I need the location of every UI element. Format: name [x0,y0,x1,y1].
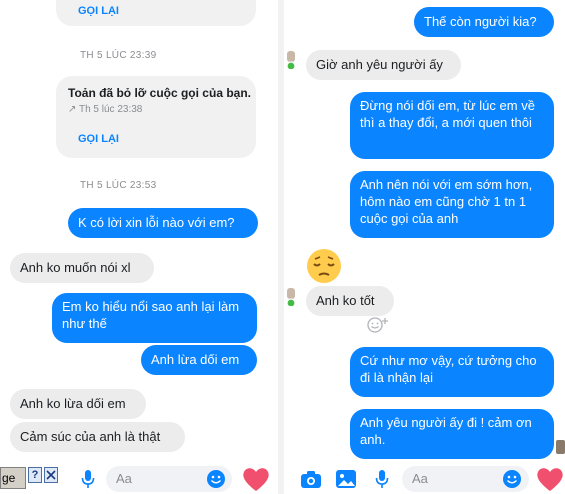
heart-icon[interactable] [536,466,564,492]
add-reaction-icon[interactable] [366,316,390,334]
avatar[interactable] [285,51,297,69]
missed-call-time: ↗ Th 5 lúc 23:38 [68,104,143,115]
avatar[interactable] [556,440,565,454]
message-composer: Aa [284,464,565,494]
outgoing-message[interactable]: Đừng nói dối em, từ lúc em về thì a thay… [350,92,554,159]
close-icon[interactable] [44,467,58,483]
emoji-icon[interactable] [206,469,226,489]
outgoing-message[interactable]: K có lời xin lỗi nào với em? [68,208,258,238]
emoji-icon[interactable] [502,469,522,489]
left-chat-panel: GỌI LẠI TH 5 LÚC 23:39 Toản đã bỏ lỡ cuộ… [0,0,278,494]
outgoing-message[interactable]: Thế còn người kia? [414,7,554,37]
right-chat-panel: Thế còn người kia? Giờ anh yêu người ấy … [284,0,565,494]
incoming-message[interactable]: Anh ko lừa dối em [10,389,146,419]
missed-call-card-top: GỌI LẠI [56,0,256,26]
outgoing-message[interactable]: Cứ như mơ vậy, cứ tưởng cho đi là nhận l… [350,347,554,397]
incoming-message[interactable]: Giờ anh yêu người ấy [306,50,461,80]
help-button[interactable]: ? [28,467,42,483]
microphone-icon[interactable] [375,470,389,490]
missed-call-title: Toản đã bỏ lỡ cuộc gọi của bạn. [68,86,251,100]
taskbar-tag: ge [0,467,26,489]
timestamp: TH 5 LÚC 23:39 [80,50,157,61]
missed-call-card: Toản đã bỏ lỡ cuộc gọi của bạn. ↗ Th 5 l… [56,76,256,158]
outgoing-message[interactable]: Anh nên nói với em sớm hơn, hôm nào em c… [350,171,554,238]
call-back-button[interactable]: GỌI LẠI [78,133,119,145]
outgoing-message[interactable]: Em ko hiểu nổi sao anh lại làm như thế [52,293,257,343]
incoming-message[interactable]: Cảm súc của anh là thật [10,422,185,452]
outgoing-message[interactable]: Anh lừa dối em [141,345,257,375]
message-input-placeholder: Aa [412,471,428,486]
outgoing-message[interactable]: Anh yêu người ấy đi ! cảm ơn anh. [350,409,554,459]
incoming-message[interactable]: Anh ko muốn nói xl [10,253,154,283]
message-composer: ge ? Aa [0,464,278,494]
message-input[interactable]: Aa [402,466,529,492]
message-input[interactable]: Aa [106,466,232,492]
camera-icon[interactable] [300,469,322,489]
pensive-emoji-icon [307,249,341,283]
photo-icon[interactable] [335,469,357,489]
avatar[interactable] [285,288,297,306]
timestamp: TH 5 LÚC 23:53 [80,180,157,191]
call-back-button[interactable]: GỌI LẠI [78,5,119,17]
incoming-message[interactable]: Anh ko tốt [306,286,394,316]
heart-icon[interactable] [242,466,270,492]
microphone-icon[interactable] [81,470,95,490]
message-input-placeholder: Aa [116,471,132,486]
